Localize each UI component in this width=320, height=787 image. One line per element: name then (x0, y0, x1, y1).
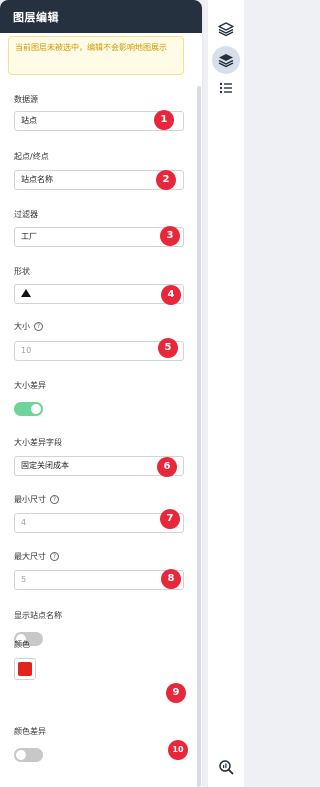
annotation-badge-3: 3 (160, 226, 180, 246)
layers-icon (218, 22, 234, 37)
min-size-label: 最小尺寸? (14, 494, 59, 505)
help-icon[interactable]: ? (34, 322, 43, 331)
annotation-badge-6: 6 (157, 457, 177, 477)
size-diff-field-label: 大小差异字段 (14, 438, 62, 447)
annotation-badge-4: 4 (161, 285, 181, 305)
layer-not-selected-notice: 当前图层未被选中，编辑不会影响地图展示 (8, 36, 184, 75)
layer-edit-panel: 图层编辑 当前图层未被选中，编辑不会影响地图展示 数据源 站点 1 起点/终点 … (0, 0, 202, 787)
zoom-to-layer-button[interactable] (212, 753, 240, 781)
layer-edit-button[interactable] (212, 46, 240, 74)
size-diff-toggle[interactable] (14, 402, 43, 416)
list-icon (219, 82, 232, 94)
annotation-badge-9: 9 (166, 683, 186, 703)
zoom-to-layer-icon (219, 760, 234, 775)
color-diff-label: 颜色差异 (14, 727, 46, 736)
shape-select[interactable] (14, 284, 184, 304)
start-end-label: 起点/终点 (14, 152, 49, 161)
size-diff-label: 大小差异 (14, 381, 46, 390)
data-source-label: 数据源 (14, 95, 38, 104)
filter-select[interactable]: 工厂 (14, 227, 184, 247)
toggle-knob (31, 404, 41, 414)
panel-scrollbar[interactable] (197, 86, 201, 787)
size-label: 大小? (14, 321, 43, 332)
color-diff-toggle[interactable] (14, 748, 43, 762)
color-picker[interactable] (14, 658, 36, 680)
max-size-label: 最大尺寸? (14, 551, 59, 562)
annotation-badge-2: 2 (156, 170, 176, 190)
filter-label: 过滤器 (14, 210, 38, 219)
right-tool-rail (208, 0, 244, 787)
shape-label: 形状 (14, 267, 30, 276)
layers-active-icon (218, 54, 234, 68)
help-icon[interactable]: ? (50, 552, 59, 561)
toggle-knob (16, 750, 26, 760)
annotation-badge-7: 7 (160, 509, 180, 529)
max-size-label-text: 最大尺寸 (14, 552, 46, 561)
list-button[interactable] (212, 74, 240, 102)
min-size-label-text: 最小尺寸 (14, 495, 46, 504)
size-label-text: 大小 (14, 322, 30, 331)
min-size-input[interactable]: 4 (14, 513, 184, 533)
annotation-badge-5: 5 (158, 338, 178, 358)
annotation-badge-1: 1 (154, 110, 174, 130)
show-site-name-label: 显示站点名称 (14, 611, 62, 620)
layer-editor-root: 图层编辑 当前图层未被选中，编辑不会影响地图展示 数据源 站点 1 起点/终点 … (0, 0, 244, 787)
color-label-text: 颜色 (14, 640, 30, 649)
panel-header: 图层编辑 (0, 0, 202, 33)
panel-title: 图层编辑 (13, 11, 59, 24)
color-swatch (18, 662, 32, 676)
layers-button[interactable] (212, 15, 240, 43)
annotation-badge-8: 8 (161, 569, 181, 589)
max-size-input[interactable]: 5 (14, 570, 184, 590)
annotation-badge-10: 10 (168, 740, 188, 760)
help-icon[interactable]: ? (50, 495, 59, 504)
triangle-shape-icon (21, 288, 31, 297)
